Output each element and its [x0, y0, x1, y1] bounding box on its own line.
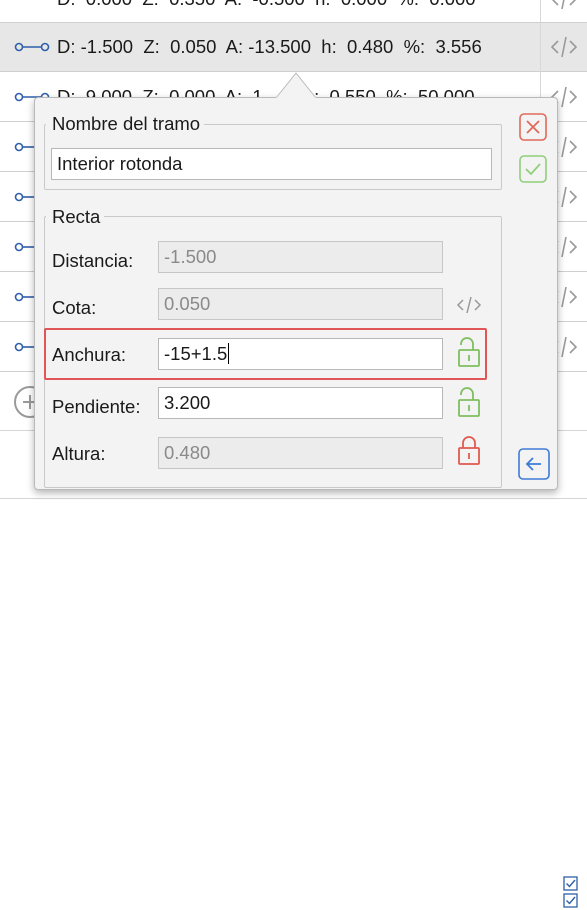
altura-field: 0.480: [158, 437, 443, 469]
list-row-selected[interactable]: D: -1.500 Z: 0.050 A: -13.500 h: 0.480 %…: [0, 22, 587, 72]
pendiente-input[interactable]: 3.200: [158, 387, 443, 419]
row-values: D: -1.500 Z: 0.050 A: -13.500 h: 0.480 %…: [57, 36, 482, 57]
name-group-title: Nombre del tramo: [46, 113, 205, 135]
cota-label: Cota:: [52, 297, 97, 318]
segment-connector-icon: [14, 42, 50, 52]
segment-connector-icon: [14, 142, 34, 151]
segment-connector-icon: [14, 242, 34, 251]
edit-segment-popup: Nombre del tramo Interior rotonda Recta …: [34, 97, 558, 490]
divider: [0, 498, 587, 499]
checklist-icon[interactable]: [563, 876, 579, 910]
segment-connector-icon: [14, 292, 34, 301]
highlight-annotation: [44, 328, 487, 380]
pendiente-label: Pendiente:: [52, 396, 141, 417]
distancia-label: Distancia:: [52, 250, 134, 271]
close-icon[interactable]: [519, 113, 547, 141]
code-icon[interactable]: [549, 31, 579, 63]
popup-pointer: [276, 72, 316, 101]
altura-label: Altura:: [52, 443, 106, 464]
locked-padlock-icon[interactable]: [456, 434, 482, 468]
name-input[interactable]: Interior rotonda: [51, 148, 492, 180]
segment-connector-icon: [14, 192, 34, 201]
arrow-left-icon[interactable]: [518, 448, 550, 480]
unlocked-padlock-icon[interactable]: [456, 386, 482, 420]
distancia-field: -1.500: [158, 241, 443, 273]
segment-connector-icon: [14, 342, 34, 351]
recta-group-title: Recta: [46, 206, 105, 228]
code-icon[interactable]: [455, 291, 483, 319]
check-icon[interactable]: [519, 155, 547, 183]
cota-field: 0.050: [158, 288, 443, 320]
list-row[interactable]: D: 0.000 Z: 0.350 A: -0.500 h: 0.000 %: …: [0, 0, 587, 24]
row-values: D: 0.000 Z: 0.350 A: -0.500 h: 0.000 %: …: [57, 0, 476, 10]
code-icon[interactable]: [549, 0, 579, 15]
